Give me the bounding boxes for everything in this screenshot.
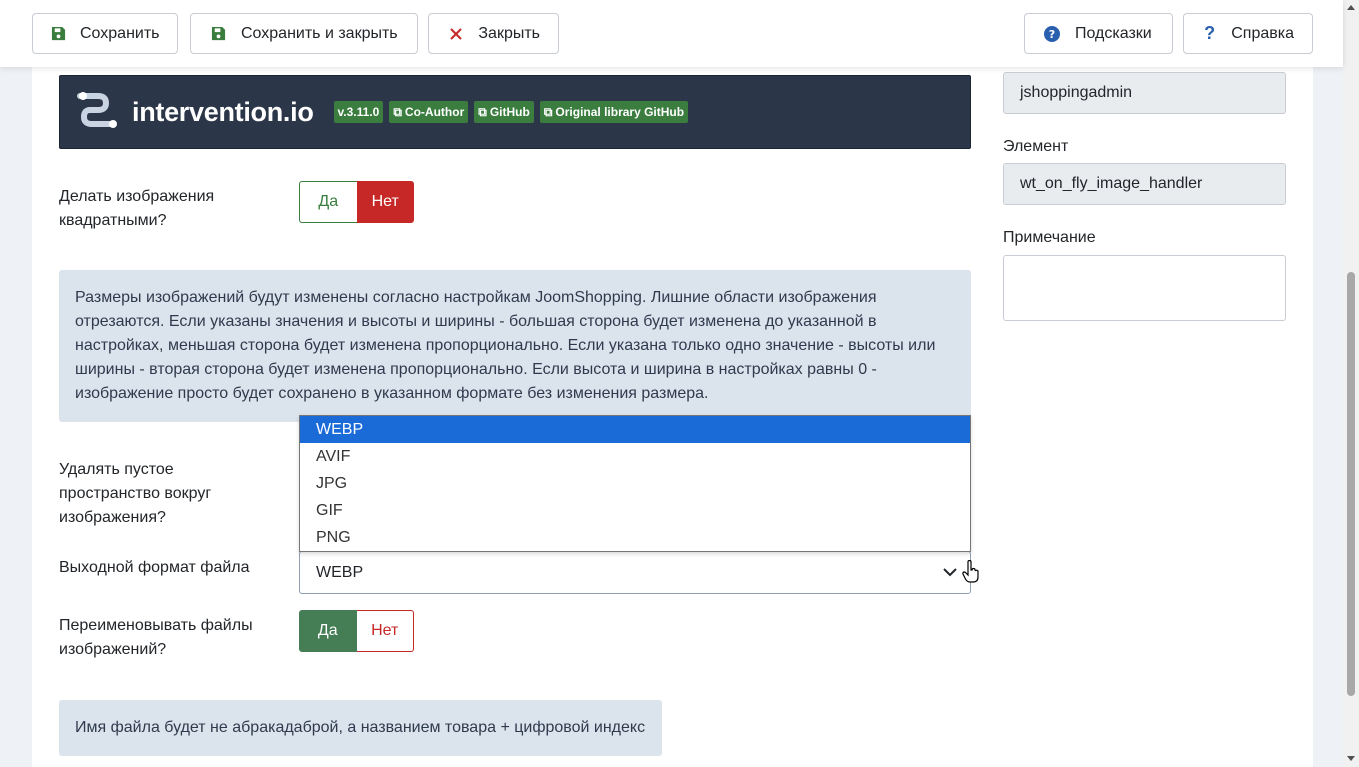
format-option-jpg[interactable]: JPG [300, 470, 970, 497]
external-link-icon: ⧉ [393, 104, 402, 119]
coauthor-label: Co-Author [404, 105, 465, 119]
scroll-up-arrow-icon[interactable] [1347, 5, 1355, 10]
scrollbar-thumb[interactable] [1347, 272, 1355, 696]
hand-cursor-icon [962, 559, 980, 589]
format-option-gif[interactable]: GIF [300, 497, 970, 524]
trim-whitespace-label: Удалять пустое пространство вокруг изобр… [59, 461, 212, 526]
chevron-down-icon [942, 564, 958, 585]
square-images-label: Делать изображения квадратными? [59, 188, 215, 229]
save-and-close-button[interactable]: Сохранить и закрыть [190, 13, 418, 54]
rename-files-label: Переименовывать файлы изображений? [59, 617, 253, 658]
close-label: Закрыть [478, 24, 540, 42]
help-label: Справка [1231, 24, 1294, 42]
help-button[interactable]: ? Справка [1183, 13, 1313, 54]
github-link[interactable]: ⧉ GitHub [474, 101, 534, 123]
page-scrollbar[interactable] [1343, 0, 1359, 767]
format-option-avif[interactable]: AVIF [300, 443, 970, 470]
output-format-label: Выходной формат файла [59, 559, 250, 576]
close-icon [447, 25, 464, 43]
output-format-select[interactable]: WEBP [299, 551, 971, 594]
original-github-link[interactable]: ⧉ Original library GitHub [539, 101, 689, 123]
question-icon: ? [1204, 23, 1216, 43]
square-no-option[interactable]: Нет [356, 181, 414, 223]
intervention-banner: intervention.io v.3.11.0 ⧉ Co-Author ⧉ Git… [59, 75, 971, 149]
resize-info-alert: Размеры изображений будут изменены согла… [59, 270, 971, 422]
toolbar: Сохранить Сохранить и закрыть Закрыть ? … [0, 0, 1343, 67]
floppy-disk-icon [209, 25, 227, 43]
coauthor-link[interactable]: ⧉ Co-Author [389, 101, 469, 123]
floppy-disk-icon [51, 25, 66, 43]
hints-button[interactable]: ? Подсказки [1024, 13, 1173, 54]
original-github-label: Original library GitHub [555, 105, 685, 119]
note-label: Примечание [1003, 229, 1096, 246]
external-link-icon: ⧉ [543, 104, 553, 119]
intervention-logo-icon [76, 90, 122, 135]
output-format-value: WEBP [316, 563, 364, 581]
format-option-webp[interactable]: WEBP [300, 416, 970, 443]
save-label: Сохранить [80, 24, 160, 42]
external-link-icon: ⧉ [478, 104, 487, 119]
close-button[interactable]: Закрыть [428, 13, 559, 54]
square-images-switch[interactable]: Да Нет [299, 181, 414, 223]
question-circle-icon: ? [1043, 25, 1061, 43]
element-label: Элемент [1003, 138, 1069, 155]
hints-label: Подсказки [1075, 24, 1152, 42]
output-format-dropdown: WEBP AVIF JPG GIF PNG [299, 415, 971, 552]
folder-field[interactable]: jshoppingadmin [1003, 72, 1286, 114]
svg-text:?: ? [1049, 28, 1055, 41]
rename-no-option[interactable]: Нет [356, 610, 414, 652]
element-field[interactable]: wt_on_fly_image_handler [1003, 163, 1286, 205]
scroll-down-arrow-icon[interactable] [1347, 756, 1355, 761]
version-badge: v.3.11.0 [333, 101, 384, 123]
save-button[interactable]: Сохранить [32, 13, 178, 54]
github-label: GitHub [489, 105, 530, 119]
rename-files-switch[interactable]: Да Нет [299, 610, 414, 652]
format-option-png[interactable]: PNG [300, 524, 970, 551]
rename-info-alert: Имя файла будет не абракадаброй, а назва… [59, 700, 662, 756]
rename-yes-option[interactable]: Да [299, 610, 357, 652]
save-and-close-label: Сохранить и закрыть [241, 24, 398, 42]
square-yes-option[interactable]: Да [299, 181, 357, 223]
note-textarea[interactable] [1003, 255, 1286, 321]
intervention-logo-text: intervention.io [132, 96, 314, 127]
